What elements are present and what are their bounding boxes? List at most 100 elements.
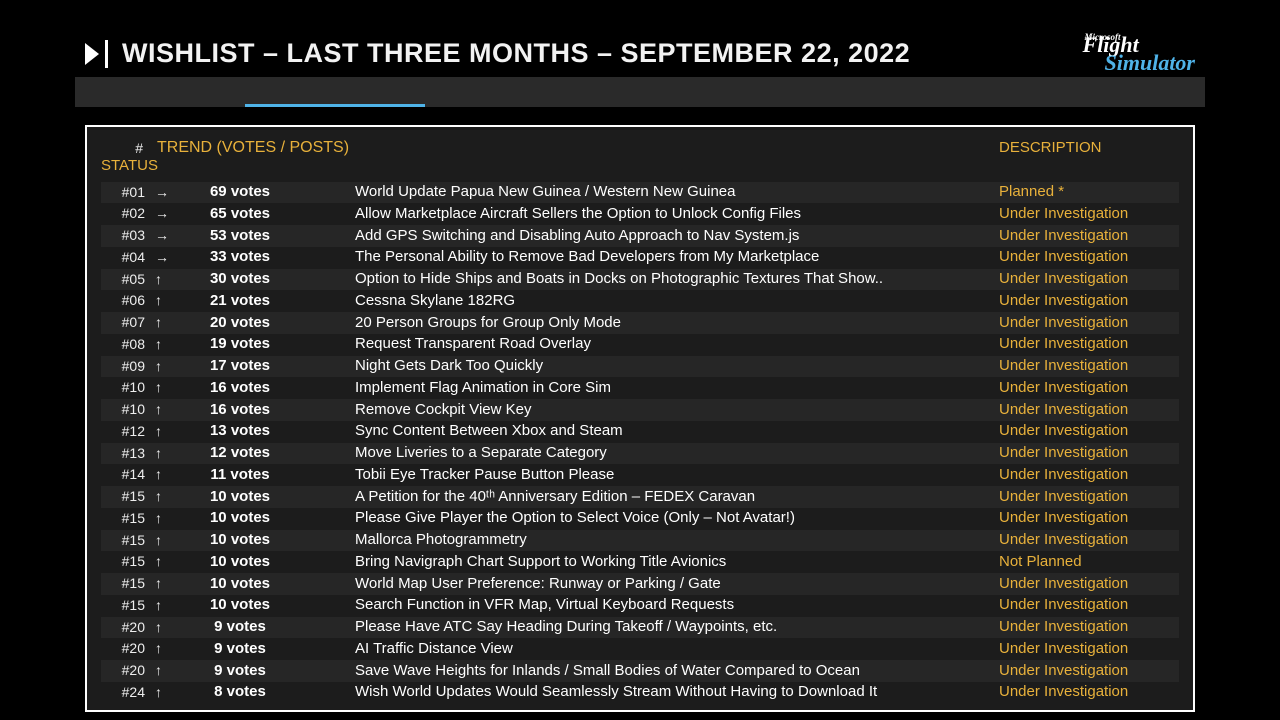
table-row: #15↑10 votesWorld Map User Preference: R… <box>101 573 1179 595</box>
table-row: #14↑11 votesTobii Eye Tracker Pause Butt… <box>101 464 1179 486</box>
page-title: WISHLIST – LAST THREE MONTHS – SEPTEMBER… <box>122 38 910 69</box>
cell-rank: #10 <box>101 379 149 397</box>
trend-arrow-icon: ↑ <box>149 662 185 680</box>
cell-status: Under Investigation <box>999 531 1179 550</box>
trend-arrow-icon: ↑ <box>149 379 185 397</box>
tab-strip <box>75 77 1205 107</box>
cell-votes: 69 votes <box>185 183 355 202</box>
table-body: #01→69 votesWorld Update Papua New Guine… <box>101 182 1179 704</box>
cell-rank: #20 <box>101 662 149 680</box>
table-row: #03→53 votesAdd GPS Switching and Disabl… <box>101 225 1179 247</box>
table-row: #15↑10 votesSearch Function in VFR Map, … <box>101 595 1179 617</box>
cell-votes: 9 votes <box>185 640 355 659</box>
trend-arrow-icon: ↑ <box>149 445 185 463</box>
cell-votes: 10 votes <box>185 531 355 550</box>
cell-votes: 33 votes <box>185 248 355 267</box>
trend-arrow-icon: ↑ <box>149 553 185 571</box>
table-row: #15↑10 votesBring Navigraph Chart Suppor… <box>101 551 1179 573</box>
cell-description: AI Traffic Distance View <box>355 640 999 659</box>
cell-votes: 21 votes <box>185 292 355 311</box>
cell-description: Sync Content Between Xbox and Steam <box>355 422 999 441</box>
cell-description: Cessna Skylane 182RG <box>355 292 999 311</box>
cell-description: Remove Cockpit View Key <box>355 401 999 420</box>
cell-rank: #04 <box>101 249 149 267</box>
trend-arrow-icon: ↑ <box>149 488 185 506</box>
cell-rank: #20 <box>101 640 149 658</box>
trend-arrow-icon: ↑ <box>149 336 185 354</box>
cell-rank: #01 <box>101 184 149 202</box>
cell-status: Under Investigation <box>999 401 1179 420</box>
trend-arrow-icon: ↑ <box>149 640 185 658</box>
cell-status: Under Investigation <box>999 596 1179 615</box>
cell-rank: #03 <box>101 227 149 245</box>
cell-status: Under Investigation <box>999 640 1179 659</box>
trend-arrow-icon: ↑ <box>149 292 185 310</box>
cell-rank: #20 <box>101 619 149 637</box>
cell-status: Under Investigation <box>999 575 1179 594</box>
trend-arrow-icon: ↑ <box>149 510 185 528</box>
table-row: #24↑8 votesWish World Updates Would Seam… <box>101 682 1179 704</box>
cell-rank: #15 <box>101 575 149 593</box>
cell-votes: 13 votes <box>185 422 355 441</box>
cell-rank: #15 <box>101 532 149 550</box>
trend-arrow-icon: ↑ <box>149 575 185 593</box>
cell-votes: 10 votes <box>185 553 355 572</box>
cell-votes: 8 votes <box>185 683 355 702</box>
col-trend: TREND (VOTES / POSTS) <box>149 139 355 157</box>
trend-arrow-icon: → <box>149 249 185 267</box>
cell-votes: 65 votes <box>185 205 355 224</box>
table-row: #06↑21 votesCessna Skylane 182RGUnder In… <box>101 290 1179 312</box>
cell-description: Save Wave Heights for Inlands / Small Bo… <box>355 662 999 681</box>
cell-description: Move Liveries to a Separate Category <box>355 444 999 463</box>
trend-arrow-icon: ↑ <box>149 314 185 332</box>
cell-votes: 16 votes <box>185 401 355 420</box>
cell-description: Allow Marketplace Aircraft Sellers the O… <box>355 205 999 224</box>
cell-status: Under Investigation <box>999 422 1179 441</box>
cell-votes: 9 votes <box>185 618 355 637</box>
cell-status: Under Investigation <box>999 227 1179 246</box>
table-row: #13↑12 votesMove Liveries to a Separate … <box>101 443 1179 465</box>
cell-description: Request Transparent Road Overlay <box>355 335 999 354</box>
cell-status: Under Investigation <box>999 683 1179 702</box>
divider-icon <box>105 40 108 68</box>
trend-arrow-icon: ↑ <box>149 597 185 615</box>
cell-status: Under Investigation <box>999 314 1179 333</box>
cell-status: Not Planned <box>999 553 1179 572</box>
cell-rank: #06 <box>101 292 149 310</box>
cell-rank: #02 <box>101 205 149 223</box>
cell-rank: #15 <box>101 510 149 528</box>
cell-votes: 12 votes <box>185 444 355 463</box>
cell-description: Mallorca Photogrammetry <box>355 531 999 550</box>
cell-status: Planned * <box>999 183 1179 202</box>
cell-status: Under Investigation <box>999 357 1179 376</box>
cell-votes: 53 votes <box>185 227 355 246</box>
cell-description: Add GPS Switching and Disabling Auto App… <box>355 227 999 246</box>
cell-status: Under Investigation <box>999 205 1179 224</box>
cell-status: Under Investigation <box>999 292 1179 311</box>
trend-arrow-icon: ↑ <box>149 271 185 289</box>
cell-status: Under Investigation <box>999 379 1179 398</box>
col-description: DESCRIPTION <box>999 139 1179 156</box>
table-row: #01→69 votesWorld Update Papua New Guine… <box>101 182 1179 204</box>
cell-status: Under Investigation <box>999 270 1179 289</box>
cell-description: Bring Navigraph Chart Support to Working… <box>355 553 999 572</box>
cell-status: Under Investigation <box>999 444 1179 463</box>
trend-arrow-icon: ↑ <box>149 684 185 702</box>
trend-arrow-icon: → <box>149 227 185 245</box>
cell-votes: 17 votes <box>185 357 355 376</box>
cell-rank: #14 <box>101 466 149 484</box>
chevron-right-icon <box>85 43 99 65</box>
cell-description: The Personal Ability to Remove Bad Devel… <box>355 248 999 267</box>
cell-votes: 10 votes <box>185 596 355 615</box>
cell-rank: #10 <box>101 401 149 419</box>
cell-votes: 9 votes <box>185 662 355 681</box>
cell-votes: 10 votes <box>185 509 355 528</box>
cell-description: Please Give Player the Option to Select … <box>355 509 999 528</box>
cell-description: A Petition for the 40ᵗʰ Anniversary Edit… <box>355 488 999 507</box>
logo-brand: Microsoft <box>1085 33 1121 41</box>
table-row: #15↑10 votesPlease Give Player the Optio… <box>101 508 1179 530</box>
trend-arrow-icon: ↑ <box>149 358 185 376</box>
cell-status: Under Investigation <box>999 509 1179 528</box>
cell-status: Under Investigation <box>999 335 1179 354</box>
cell-votes: 20 votes <box>185 314 355 333</box>
